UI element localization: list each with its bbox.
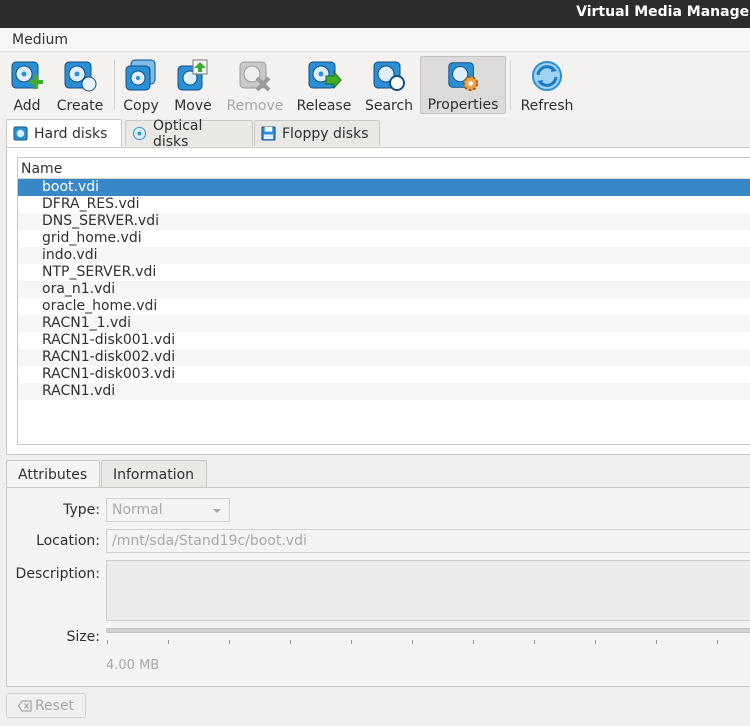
reset-label: Reset [34, 697, 75, 714]
refresh-label: Refresh [520, 98, 574, 114]
list-item[interactable]: oracle_home.vdi [18, 298, 750, 315]
tab-information[interactable]: Information [101, 460, 207, 488]
location-label: Location: [36, 533, 100, 549]
toolbar-separator [510, 60, 511, 110]
copy-label: Copy [123, 98, 159, 114]
floppy-disk-icon [261, 126, 276, 141]
move-label: Move [174, 98, 212, 114]
add-button[interactable]: Add [8, 56, 46, 114]
toolbar-separator [114, 60, 115, 110]
release-button[interactable]: Release [294, 56, 354, 114]
list-item[interactable]: boot.vdi [18, 179, 750, 196]
list-item[interactable]: NTP_SERVER.vdi [18, 264, 750, 281]
media-list[interactable]: Name boot.vdi DFRA_RES.vdi DNS_SERVER.vd… [17, 157, 750, 445]
slider-tick [168, 640, 169, 644]
menu-bar: Medium [0, 28, 750, 52]
remove-disk-icon [239, 61, 271, 92]
size-value: 4.00 MB [106, 658, 160, 673]
reset-button[interactable]: Reset [6, 693, 86, 718]
slider-tick [290, 640, 291, 644]
slider-tick [717, 640, 718, 644]
tab-floppy-disks-label: Floppy disks [282, 125, 369, 142]
search-label: Search [364, 98, 414, 114]
type-select[interactable]: Normal [106, 498, 230, 522]
properties-button[interactable]: Properties [420, 56, 506, 114]
list-item[interactable]: ora_n1.vdi [18, 281, 750, 298]
slider-tick [412, 640, 413, 644]
properties-disk-icon [448, 62, 479, 92]
add-disk-icon [11, 61, 43, 89]
slider-tick [656, 640, 657, 644]
slider-tick [107, 640, 108, 644]
list-item[interactable]: RACN1.vdi [18, 383, 750, 400]
properties-label: Properties [427, 97, 499, 113]
size-slider[interactable] [106, 628, 750, 633]
release-label: Release [296, 98, 352, 114]
tab-optical-disks[interactable]: Optical disks [125, 118, 253, 150]
tab-hard-disks-label: Hard disks [34, 125, 108, 142]
tab-optical-disks-label: Optical disks [152, 117, 203, 150]
description-field[interactable] [106, 560, 750, 621]
move-button[interactable]: Move [172, 56, 214, 114]
list-item[interactable]: indo.vdi [18, 247, 750, 264]
title-bar: Virtual Media Manager [0, 0, 750, 28]
type-select-value: Normal [112, 502, 163, 518]
slider-tick [534, 640, 535, 644]
tab-floppy-disks[interactable]: Floppy disks [254, 120, 380, 146]
tab-attributes-label: Attributes [18, 467, 88, 483]
location-field[interactable]: /mnt/sda/Stand19c/boot.vdi [106, 529, 750, 553]
chevron-down-icon [213, 509, 221, 513]
create-label: Create [56, 98, 104, 114]
copy-button[interactable]: Copy [121, 56, 161, 114]
list-item[interactable]: RACN1_1.vdi [18, 315, 750, 332]
toolbar: Add Create Copy Move Remove Release Sear… [0, 52, 750, 118]
copy-disk-icon [125, 59, 156, 91]
create-disk-icon [64, 61, 97, 92]
add-label: Add [13, 98, 41, 114]
remove-label: Remove [226, 98, 284, 114]
list-item[interactable]: DNS_SERVER.vdi [18, 213, 750, 230]
refresh-icon [532, 61, 562, 91]
search-button[interactable]: Search [364, 56, 414, 114]
type-label: Type: [63, 502, 100, 518]
size-label: Size: [66, 629, 100, 645]
list-item[interactable]: grid_home.vdi [18, 230, 750, 247]
menu-medium[interactable]: Medium [12, 32, 68, 48]
slider-tick [595, 640, 596, 644]
tab-hard-disks[interactable]: Hard disks [6, 119, 122, 147]
backspace-icon [17, 699, 32, 712]
tab-attributes[interactable]: Attributes [6, 460, 100, 489]
refresh-button[interactable]: Refresh [518, 56, 576, 114]
list-item[interactable]: RACN1-disk002.vdi [18, 349, 750, 366]
remove-button[interactable]: Remove [226, 56, 284, 114]
move-disk-icon [177, 59, 208, 91]
create-button[interactable]: Create [54, 56, 106, 114]
tab-information-label: Information [113, 466, 195, 483]
list-item[interactable]: RACN1-disk003.vdi [18, 366, 750, 383]
list-item[interactable]: DFRA_RES.vdi [18, 196, 750, 213]
hard-disk-icon [13, 126, 28, 141]
list-item[interactable]: RACN1-disk001.vdi [18, 332, 750, 349]
window-title: Virtual Media Manager [576, 4, 750, 20]
description-label: Description: [15, 566, 100, 582]
search-disk-icon [373, 61, 405, 91]
release-disk-icon [308, 61, 342, 90]
optical-disk-icon [132, 126, 147, 141]
slider-tick [351, 640, 352, 644]
slider-tick [229, 640, 230, 644]
slider-tick [473, 640, 474, 644]
column-header-name[interactable]: Name [18, 158, 750, 179]
